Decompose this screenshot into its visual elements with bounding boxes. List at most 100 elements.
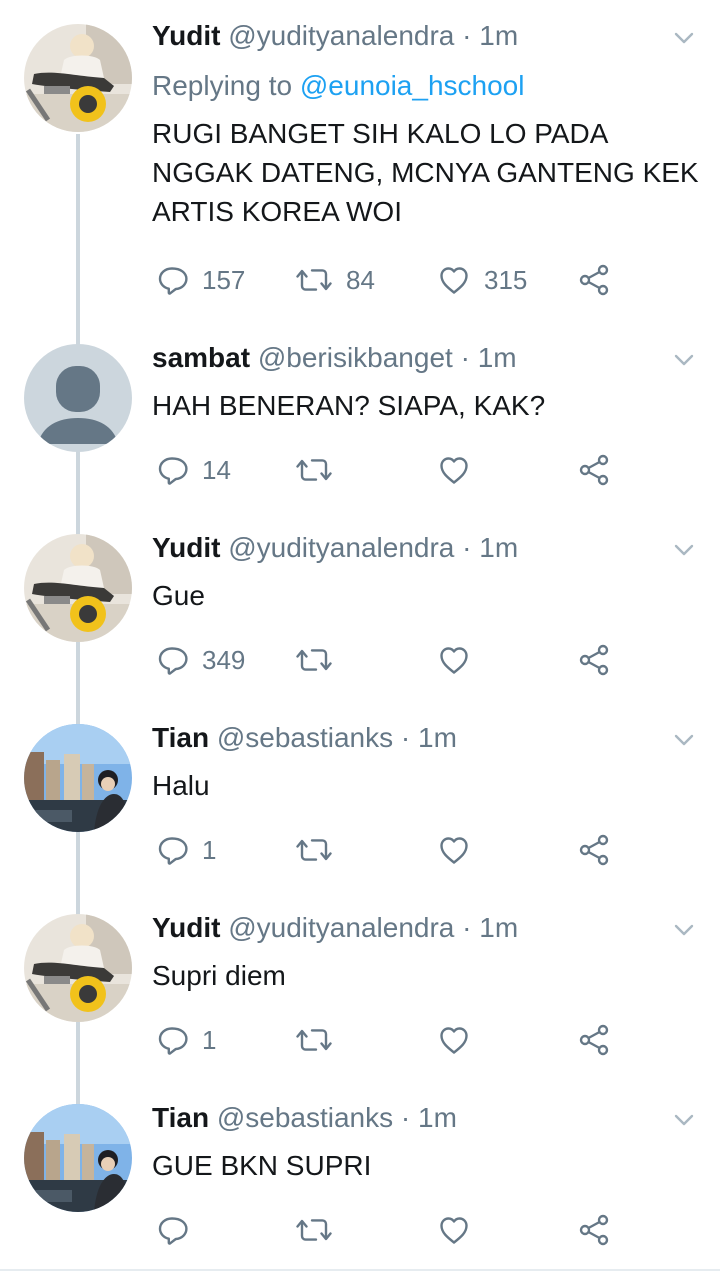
tweet[interactable]: Yudit @yudityanalendra · 1m Gue 349 xyxy=(0,510,720,700)
user-handle[interactable]: @sebastianks xyxy=(217,722,393,753)
tweet[interactable]: Yudit @yudityanalendra · 1m Replying to … xyxy=(0,0,720,320)
tweet-text: Gue xyxy=(152,580,205,611)
reply-icon xyxy=(156,454,188,486)
chevron-down-icon[interactable] xyxy=(672,348,696,372)
share-icon xyxy=(578,264,610,296)
like-button[interactable] xyxy=(438,640,470,680)
retweet-button[interactable] xyxy=(296,450,332,490)
chevron-down-icon[interactable] xyxy=(672,918,696,942)
timestamp: 1m xyxy=(418,722,457,753)
display-name[interactable]: Yudit xyxy=(152,532,220,563)
share-button[interactable] xyxy=(578,640,610,680)
share-icon xyxy=(578,454,610,486)
share-button[interactable] xyxy=(578,1020,610,1060)
display-name[interactable]: Tian xyxy=(152,1102,209,1133)
retweet-icon xyxy=(296,264,332,296)
user-handle[interactable]: @berisikbanget xyxy=(258,342,453,373)
retweet-button[interactable] xyxy=(296,640,332,680)
chevron-down-icon[interactable] xyxy=(672,26,696,50)
heart-icon xyxy=(438,1024,470,1056)
retweet-button[interactable] xyxy=(296,1020,332,1060)
separator-dot: · xyxy=(400,722,411,753)
reply-icon xyxy=(156,1214,188,1246)
tweet-actions: 1 xyxy=(152,1020,672,1060)
tweet-text: HAH BENERAN? SIAPA, KAK? xyxy=(152,390,546,421)
reply-icon xyxy=(156,264,188,296)
retweet-icon xyxy=(296,454,332,486)
motorcycle-photo-avatar[interactable] xyxy=(24,914,132,1022)
city-photo-avatar[interactable] xyxy=(24,1104,132,1212)
heart-icon xyxy=(438,264,470,296)
tweet-text: GUE BKN SUPRI xyxy=(152,1150,372,1181)
default-user-avatar[interactable] xyxy=(24,344,132,452)
display-name[interactable]: Tian xyxy=(152,722,209,753)
tweet-header: Tian @sebastianks · 1m xyxy=(152,1100,457,1136)
retweet-icon xyxy=(296,1024,332,1056)
reply-button[interactable]: 349 xyxy=(156,640,245,680)
chevron-down-icon[interactable] xyxy=(672,538,696,562)
retweet-button[interactable] xyxy=(296,1210,332,1250)
reply-button[interactable]: 157 xyxy=(156,260,245,300)
reply-count: 349 xyxy=(202,644,246,675)
share-icon xyxy=(578,1024,610,1056)
share-icon xyxy=(578,1214,610,1246)
tweet[interactable]: Yudit @yudityanalendra · 1m Supri diem 1 xyxy=(0,890,720,1080)
tweet-header: Yudit @yudityanalendra · 1m xyxy=(152,18,518,54)
motorcycle-photo-avatar[interactable] xyxy=(24,24,132,132)
reply-count: 14 xyxy=(202,454,231,485)
display-name[interactable]: Yudit xyxy=(152,20,220,51)
tweet-actions xyxy=(152,1210,672,1250)
reply-button[interactable]: 1 xyxy=(156,1020,216,1060)
reply-button[interactable]: 1 xyxy=(156,830,216,870)
like-button[interactable] xyxy=(438,450,470,490)
share-button[interactable] xyxy=(578,830,610,870)
share-button[interactable] xyxy=(578,450,610,490)
separator-dot: · xyxy=(462,20,472,51)
tweet-text: Halu xyxy=(152,770,210,801)
retweet-icon xyxy=(296,1214,332,1246)
user-handle[interactable]: @yudityanalendra xyxy=(228,912,454,943)
share-icon xyxy=(578,644,610,676)
like-button[interactable]: 315 xyxy=(438,260,527,300)
like-button[interactable] xyxy=(438,1020,470,1060)
reply-icon xyxy=(156,834,188,866)
display-name[interactable]: Yudit xyxy=(152,912,220,943)
timestamp: 1m xyxy=(479,20,519,51)
timestamp: 1m xyxy=(479,532,519,563)
user-handle[interactable]: @sebastianks xyxy=(217,1102,393,1133)
retweet-button[interactable]: 84 xyxy=(296,260,375,300)
like-button[interactable] xyxy=(438,830,470,870)
tweet-header: Yudit @yudityanalendra · 1m xyxy=(152,530,518,566)
reply-icon xyxy=(156,644,188,676)
chevron-down-icon[interactable] xyxy=(672,728,696,752)
like-button[interactable] xyxy=(438,1210,470,1250)
city-photo-avatar[interactable] xyxy=(24,724,132,832)
user-handle[interactable]: @yudityanalendra xyxy=(228,20,454,51)
tweet-header: sambat @berisikbanget · 1m xyxy=(152,340,517,376)
user-handle[interactable]: @yudityanalendra xyxy=(228,532,454,563)
retweet-count: 84 xyxy=(346,264,375,295)
replying-to: Replying to @eunoia_hschool xyxy=(152,68,524,104)
tweet-actions: 349 xyxy=(152,640,672,680)
bottom-divider xyxy=(0,1269,720,1271)
heart-icon xyxy=(438,1214,470,1246)
like-count: 315 xyxy=(484,264,528,295)
tweet[interactable]: Tian @sebastianks · 1m GUE BKN SUPRI xyxy=(0,1080,720,1270)
tweet-actions: 157 84 315 xyxy=(152,260,672,300)
tweet-text: Supri diem xyxy=(152,960,286,991)
tweet-text: RUGI BANGET SIH KALO LO PADA NGGAK DATEN… xyxy=(152,118,699,227)
display-name[interactable]: sambat xyxy=(152,342,250,373)
tweet-header: Tian @sebastianks · 1m xyxy=(152,720,457,756)
reply-count: 1 xyxy=(202,834,217,865)
chevron-down-icon[interactable] xyxy=(672,1108,696,1132)
reply-button[interactable]: 14 xyxy=(156,450,231,490)
tweet[interactable]: Tian @sebastianks · 1m Halu 1 xyxy=(0,700,720,890)
reply-handle-link[interactable]: @eunoia_hschool xyxy=(300,70,525,101)
reply-button[interactable] xyxy=(156,1210,188,1250)
share-button[interactable] xyxy=(578,260,610,300)
retweet-button[interactable] xyxy=(296,830,332,870)
tweet[interactable]: sambat @berisikbanget · 1m HAH BENERAN? … xyxy=(0,320,720,510)
replying-to-label: Replying to xyxy=(152,70,293,101)
share-button[interactable] xyxy=(578,1210,610,1250)
motorcycle-photo-avatar[interactable] xyxy=(24,534,132,642)
